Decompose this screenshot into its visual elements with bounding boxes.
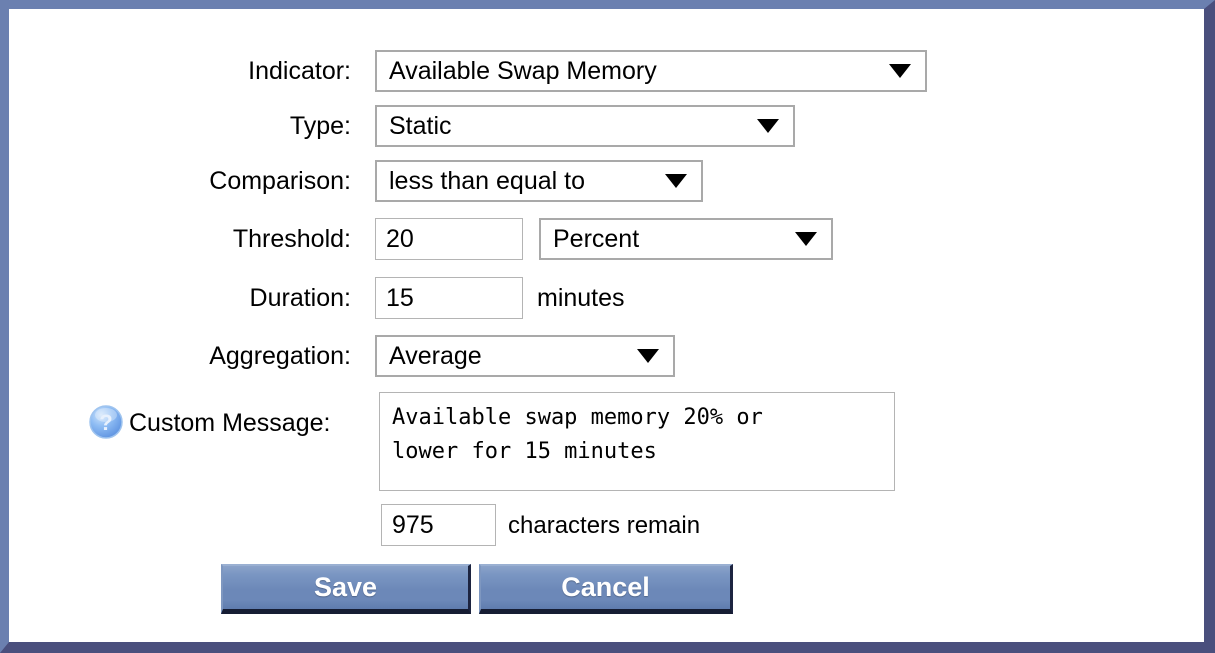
form-row-type: Type: Static bbox=[11, 105, 1206, 147]
chars-remain-label: characters remain bbox=[508, 512, 701, 539]
type-select-value: Static bbox=[389, 111, 452, 140]
threshold-unit-select[interactable]: Percent bbox=[539, 218, 833, 260]
custom-message-label: Custom Message: bbox=[129, 409, 331, 437]
form-row-aggregation: Aggregation: Average bbox=[11, 335, 1206, 377]
threshold-unit-value: Percent bbox=[553, 224, 640, 253]
comparison-select-value: less than equal to bbox=[389, 166, 585, 195]
threshold-label: Threshold: bbox=[232, 224, 351, 253]
chevron-down-icon bbox=[889, 64, 911, 78]
duration-input-value: 15 bbox=[386, 283, 414, 312]
form-row-indicator: Indicator: Available Swap Memory bbox=[11, 50, 1206, 92]
type-select[interactable]: Static bbox=[375, 105, 795, 147]
save-button[interactable]: Save bbox=[221, 564, 471, 614]
indicator-select[interactable]: Available Swap Memory bbox=[375, 50, 927, 92]
question-mark-help-icon[interactable]: ? bbox=[88, 404, 124, 440]
form-row-threshold: Threshold: 20 Percent bbox=[11, 218, 1206, 260]
form-row-duration: Duration: 15 minutes bbox=[11, 277, 1206, 319]
comparison-select[interactable]: less than equal to bbox=[375, 160, 703, 202]
chevron-down-icon bbox=[757, 119, 779, 133]
form-row-comparison: Comparison: less than equal to bbox=[11, 160, 1206, 202]
type-label: Type: bbox=[289, 111, 351, 140]
duration-input[interactable]: 15 bbox=[375, 277, 523, 319]
chevron-down-icon bbox=[637, 349, 659, 363]
type-field-area: Static bbox=[375, 105, 795, 147]
threshold-input-value: 20 bbox=[386, 224, 414, 253]
aggregation-label: Aggregation: bbox=[209, 341, 351, 370]
aggregation-select-value: Average bbox=[389, 341, 482, 370]
svg-text:?: ? bbox=[99, 410, 112, 435]
dialog-body: Indicator: Available Swap Memory Type: S… bbox=[9, 9, 1204, 642]
indicator-field-area: Available Swap Memory bbox=[375, 50, 927, 92]
aggregation-select[interactable]: Average bbox=[375, 335, 675, 377]
cancel-button[interactable]: Cancel bbox=[479, 564, 733, 614]
chevron-down-icon bbox=[665, 174, 687, 188]
indicator-label: Indicator: bbox=[248, 56, 351, 85]
duration-unit-label: minutes bbox=[537, 283, 625, 312]
aggregation-field-area: Average bbox=[375, 335, 675, 377]
duration-label: Duration: bbox=[249, 283, 351, 312]
duration-field-area: 15 minutes bbox=[375, 277, 625, 319]
chars-remain-input[interactable]: 975 bbox=[381, 504, 496, 546]
threshold-input[interactable]: 20 bbox=[375, 218, 523, 260]
threshold-field-area: 20 Percent bbox=[375, 218, 833, 260]
window-frame: Indicator: Available Swap Memory Type: S… bbox=[0, 0, 1215, 653]
custom-message-textarea[interactable]: Available swap memory 20% or lower for 1… bbox=[379, 392, 895, 491]
comparison-label: Comparison: bbox=[209, 166, 351, 195]
comparison-field-area: less than equal to bbox=[375, 160, 703, 202]
chars-remain-count: 975 bbox=[392, 510, 434, 539]
chevron-down-icon bbox=[795, 232, 817, 246]
indicator-select-value: Available Swap Memory bbox=[389, 56, 657, 85]
